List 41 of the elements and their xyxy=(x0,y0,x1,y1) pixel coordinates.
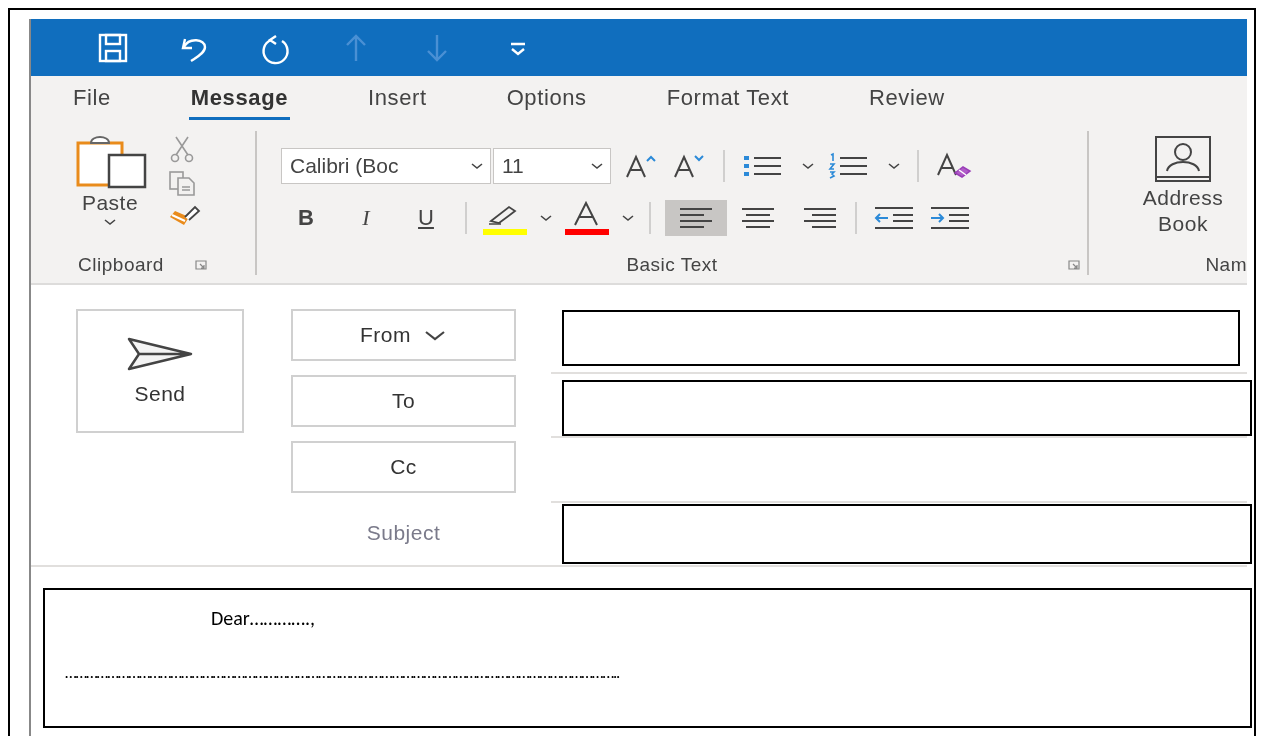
answer-box[interactable] xyxy=(562,310,1240,366)
send-button[interactable]: Send xyxy=(76,309,244,433)
align-left-button[interactable] xyxy=(665,200,727,236)
underline-button[interactable]: U xyxy=(401,205,451,231)
caret-icon[interactable] xyxy=(801,161,815,171)
paste-button[interactable]: Paste xyxy=(31,125,149,247)
ribbon-tab[interactable]: File xyxy=(71,81,113,120)
answer-box[interactable]: Dear…………., ………………………………………………………………………………………………………………………………………….. xyxy=(43,588,1252,728)
ribbon-tab[interactable]: Format Text xyxy=(664,81,791,120)
ribbon-tab[interactable]: Insert xyxy=(366,81,429,120)
caret-icon xyxy=(423,328,447,342)
to-button[interactable]: To xyxy=(291,375,516,427)
caret-icon xyxy=(470,161,484,171)
subject-label: Subject xyxy=(365,520,442,546)
caret-icon xyxy=(590,161,604,171)
group-label: Clipboard xyxy=(78,254,164,276)
ribbon-tab[interactable]: Message xyxy=(188,81,290,120)
caret-icon[interactable] xyxy=(539,213,553,223)
from-button[interactable]: From xyxy=(291,309,516,361)
caret-icon[interactable] xyxy=(621,213,635,223)
caret-icon[interactable] xyxy=(887,161,901,171)
address-book-icon xyxy=(1153,135,1213,185)
ribbon-tab[interactable]: Review xyxy=(867,81,947,120)
group-label: Basic Text xyxy=(626,254,718,276)
ribbon-tab[interactable]: Options xyxy=(504,81,589,120)
fill-in-line[interactable]: ………………………………………………………………………………………………………………………………………….. xyxy=(65,662,620,683)
font-color-icon[interactable] xyxy=(563,201,611,235)
italic-button[interactable]: I xyxy=(341,205,391,231)
caret-icon xyxy=(103,217,117,227)
answer-box[interactable] xyxy=(562,380,1252,436)
dialog-launcher-icon[interactable] xyxy=(1067,259,1081,271)
greeting-text: Dear…………., xyxy=(211,606,316,630)
font-size-dropdown[interactable]: 11 xyxy=(493,148,611,184)
answer-box[interactable] xyxy=(562,504,1252,564)
address-book-button[interactable]: Address Book xyxy=(1089,125,1247,247)
font-name-dropdown[interactable]: Calibri (Boc xyxy=(281,148,491,184)
cc-button[interactable]: Cc xyxy=(291,441,516,493)
bold-button[interactable]: B xyxy=(281,205,331,231)
dialog-launcher-icon[interactable] xyxy=(193,259,208,271)
group-label: Nam xyxy=(1205,254,1247,276)
send-icon xyxy=(125,336,195,372)
